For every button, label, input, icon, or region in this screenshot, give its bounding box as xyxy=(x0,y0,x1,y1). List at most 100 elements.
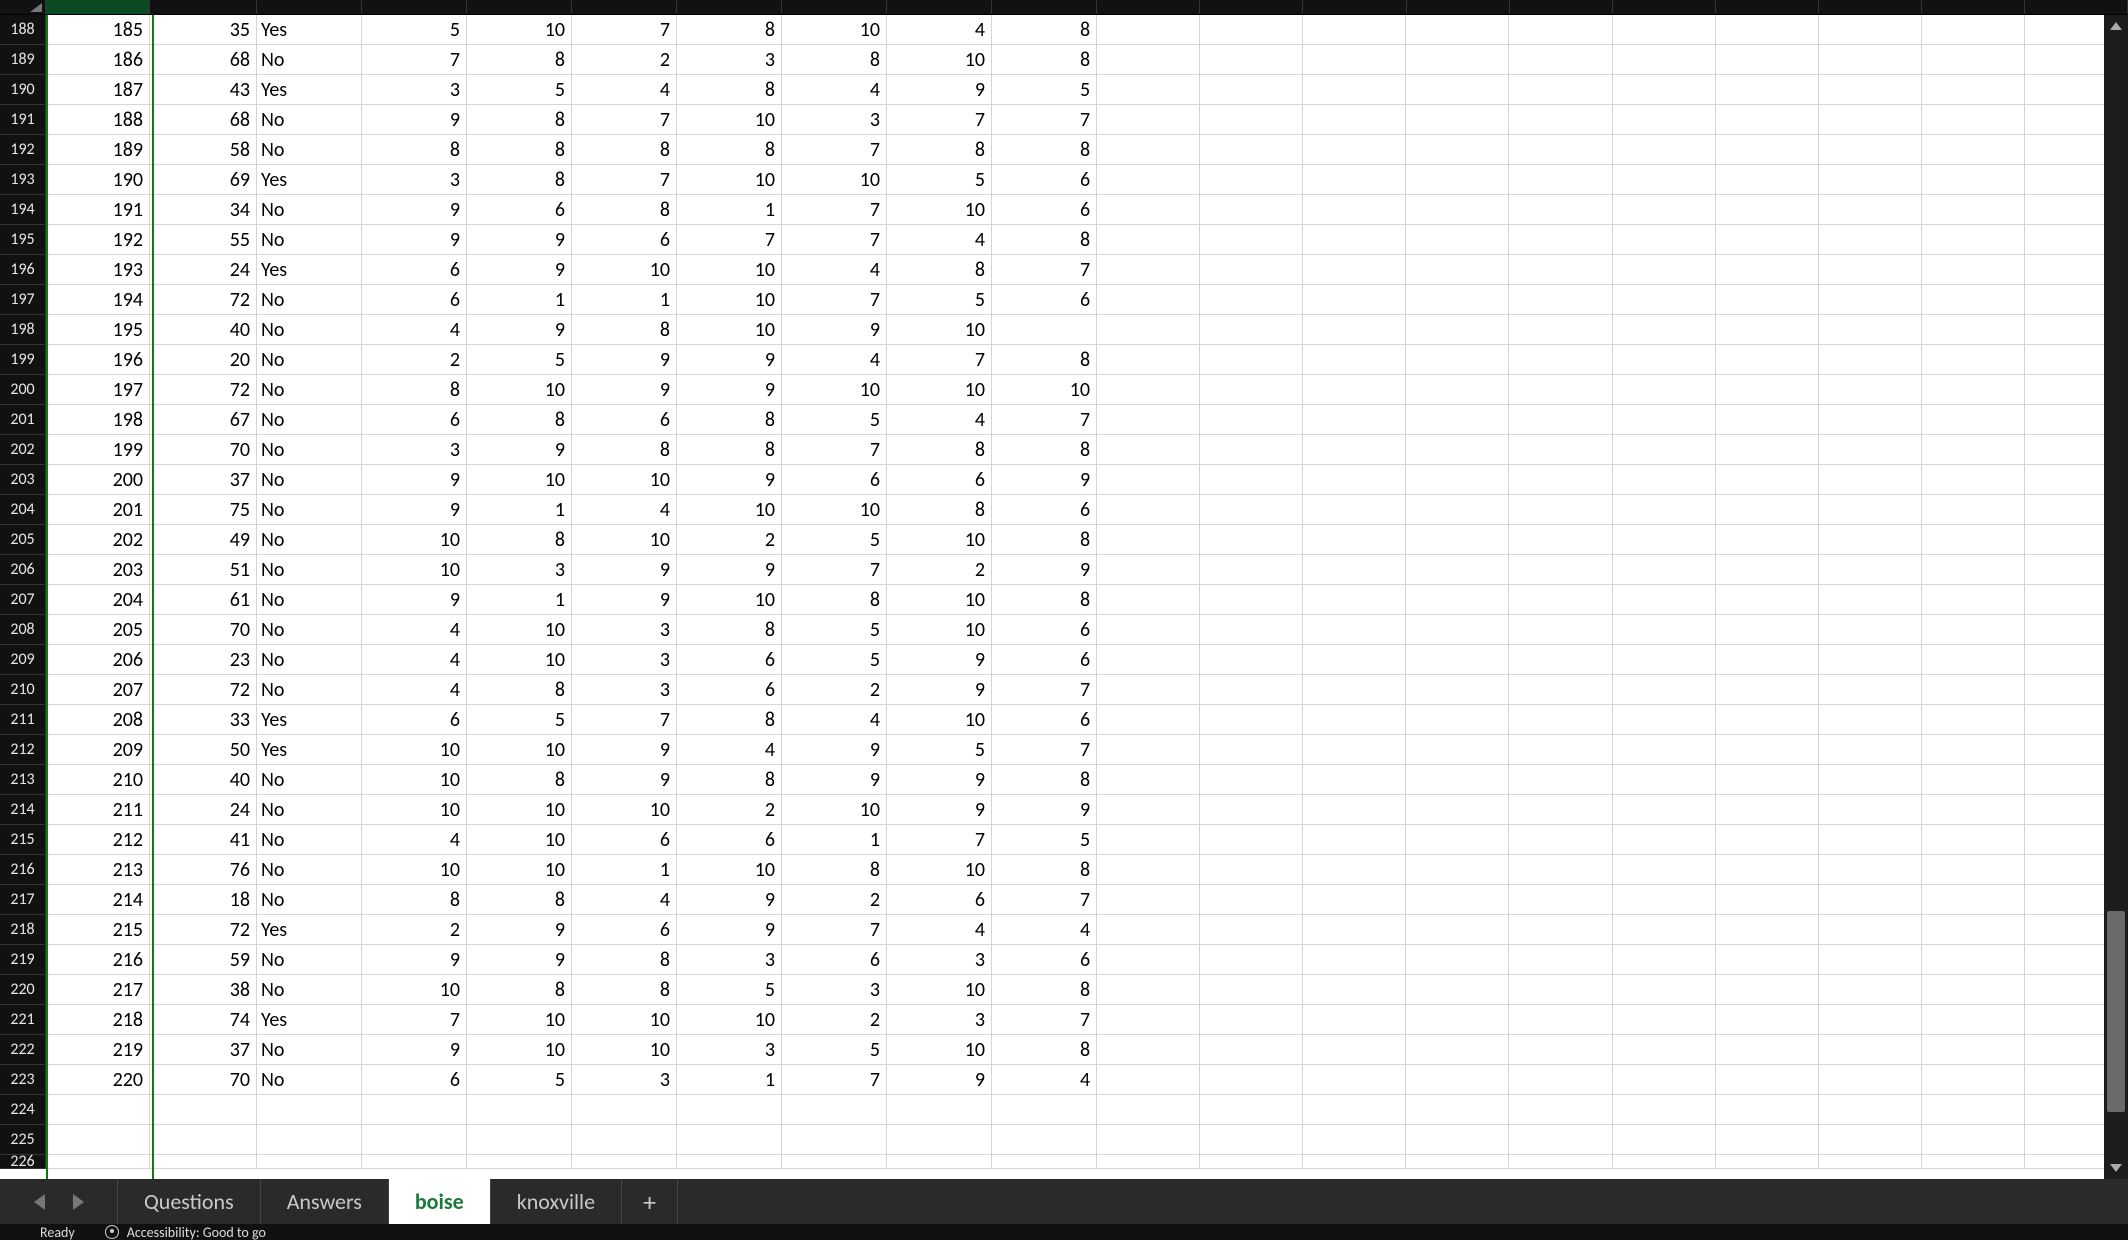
cell[interactable]: 10 xyxy=(677,585,782,615)
cell[interactable] xyxy=(1819,465,1922,495)
row-header[interactable]: 199 xyxy=(0,345,46,375)
cell[interactable] xyxy=(1200,465,1303,495)
cell[interactable]: 8 xyxy=(572,195,677,225)
cell[interactable]: 4 xyxy=(572,75,677,105)
cell[interactable]: 8 xyxy=(467,405,572,435)
cell[interactable] xyxy=(1509,915,1612,945)
row-header[interactable]: 221 xyxy=(0,1005,46,1035)
cell[interactable]: No xyxy=(257,795,362,825)
cell[interactable]: No xyxy=(257,1065,362,1095)
cell[interactable] xyxy=(1613,165,1716,195)
cell[interactable] xyxy=(1200,585,1303,615)
cell[interactable]: 10 xyxy=(362,735,467,765)
cell[interactable] xyxy=(1922,885,2025,915)
scroll-up-button[interactable] xyxy=(2104,15,2128,37)
cell[interactable] xyxy=(1509,1005,1612,1035)
cell[interactable]: No xyxy=(257,435,362,465)
cell[interactable]: 10 xyxy=(467,825,572,855)
sheet-tab-questions[interactable]: Questions xyxy=(118,1179,261,1224)
cell[interactable]: 5 xyxy=(362,15,467,45)
cell[interactable]: 6 xyxy=(992,195,1097,225)
row-header[interactable]: 202 xyxy=(0,435,46,465)
cell[interactable] xyxy=(1303,945,1406,975)
cell[interactable]: 8 xyxy=(677,15,782,45)
cell[interactable] xyxy=(1716,765,1819,795)
cell[interactable] xyxy=(1716,705,1819,735)
cell[interactable]: 4 xyxy=(887,15,992,45)
cell[interactable] xyxy=(1716,345,1819,375)
row-header[interactable]: 192 xyxy=(0,135,46,165)
cell[interactable] xyxy=(1819,435,1922,465)
cell[interactable] xyxy=(1303,465,1406,495)
cell[interactable]: 4 xyxy=(572,495,677,525)
cell[interactable] xyxy=(1716,1155,1819,1169)
cell[interactable] xyxy=(1303,675,1406,705)
row-header[interactable]: 211 xyxy=(0,705,46,735)
row-header[interactable]: 189 xyxy=(0,45,46,75)
cell[interactable] xyxy=(1097,1065,1200,1095)
cell[interactable]: 187 xyxy=(46,75,150,105)
cell[interactable] xyxy=(1097,825,1200,855)
cell[interactable]: 9 xyxy=(467,255,572,285)
cell[interactable]: 220 xyxy=(46,1065,150,1095)
cell[interactable]: 8 xyxy=(467,765,572,795)
cell[interactable]: 8 xyxy=(992,15,1097,45)
cell[interactable] xyxy=(1200,615,1303,645)
cell[interactable] xyxy=(1303,825,1406,855)
sheet-tab-knoxville[interactable]: knoxville xyxy=(491,1179,622,1224)
cell[interactable]: 193 xyxy=(46,255,150,285)
sheet-nav-prev-icon[interactable] xyxy=(34,1194,45,1210)
cell[interactable]: 5 xyxy=(677,975,782,1005)
cell[interactable] xyxy=(1200,735,1303,765)
cell[interactable] xyxy=(1613,1095,1716,1125)
cell[interactable] xyxy=(1200,1035,1303,1065)
cell[interactable] xyxy=(150,1095,257,1125)
cell[interactable] xyxy=(1922,15,2025,45)
cell[interactable] xyxy=(1922,135,2025,165)
cell[interactable]: 72 xyxy=(150,915,257,945)
cell[interactable]: 1 xyxy=(467,285,572,315)
cell[interactable] xyxy=(1200,825,1303,855)
cell[interactable]: 208 xyxy=(46,705,150,735)
column-header-T[interactable] xyxy=(2025,0,2128,14)
cell[interactable]: No xyxy=(257,465,362,495)
cell[interactable] xyxy=(1509,495,1612,525)
cell[interactable]: 10 xyxy=(887,375,992,405)
cell[interactable]: 8 xyxy=(992,765,1097,795)
cell[interactable] xyxy=(467,1125,572,1155)
cell[interactable] xyxy=(1303,15,1406,45)
cell[interactable]: 190 xyxy=(46,165,150,195)
cell[interactable]: 9 xyxy=(572,345,677,375)
cell[interactable]: 7 xyxy=(782,915,887,945)
cell[interactable]: 9 xyxy=(362,195,467,225)
cell[interactable] xyxy=(1922,255,2025,285)
cell[interactable]: 10 xyxy=(467,645,572,675)
cell[interactable]: 10 xyxy=(677,495,782,525)
column-header-K[interactable] xyxy=(1097,0,1200,14)
cell[interactable] xyxy=(1509,975,1612,1005)
cell[interactable]: 8 xyxy=(992,225,1097,255)
cell[interactable] xyxy=(1200,315,1303,345)
cell[interactable]: 10 xyxy=(362,525,467,555)
cell[interactable] xyxy=(1613,135,1716,165)
cell[interactable] xyxy=(1200,1005,1303,1035)
cell[interactable]: 10 xyxy=(782,795,887,825)
cell[interactable] xyxy=(1819,1125,1922,1155)
cell[interactable] xyxy=(1922,825,2025,855)
cell[interactable]: 205 xyxy=(46,615,150,645)
cell[interactable]: 207 xyxy=(46,675,150,705)
row-header[interactable]: 210 xyxy=(0,675,46,705)
cell[interactable] xyxy=(1303,315,1406,345)
cell[interactable]: 7 xyxy=(992,105,1097,135)
scroll-down-button[interactable] xyxy=(2104,1157,2128,1179)
row-header[interactable]: 212 xyxy=(0,735,46,765)
cell[interactable] xyxy=(1406,75,1509,105)
cell[interactable]: 8 xyxy=(677,615,782,645)
cell[interactable]: 5 xyxy=(782,645,887,675)
cell[interactable] xyxy=(1509,705,1612,735)
cell[interactable]: 9 xyxy=(677,915,782,945)
cell[interactable] xyxy=(1509,15,1612,45)
cell[interactable]: 7 xyxy=(992,255,1097,285)
cell[interactable]: No xyxy=(257,585,362,615)
cell[interactable] xyxy=(1819,345,1922,375)
